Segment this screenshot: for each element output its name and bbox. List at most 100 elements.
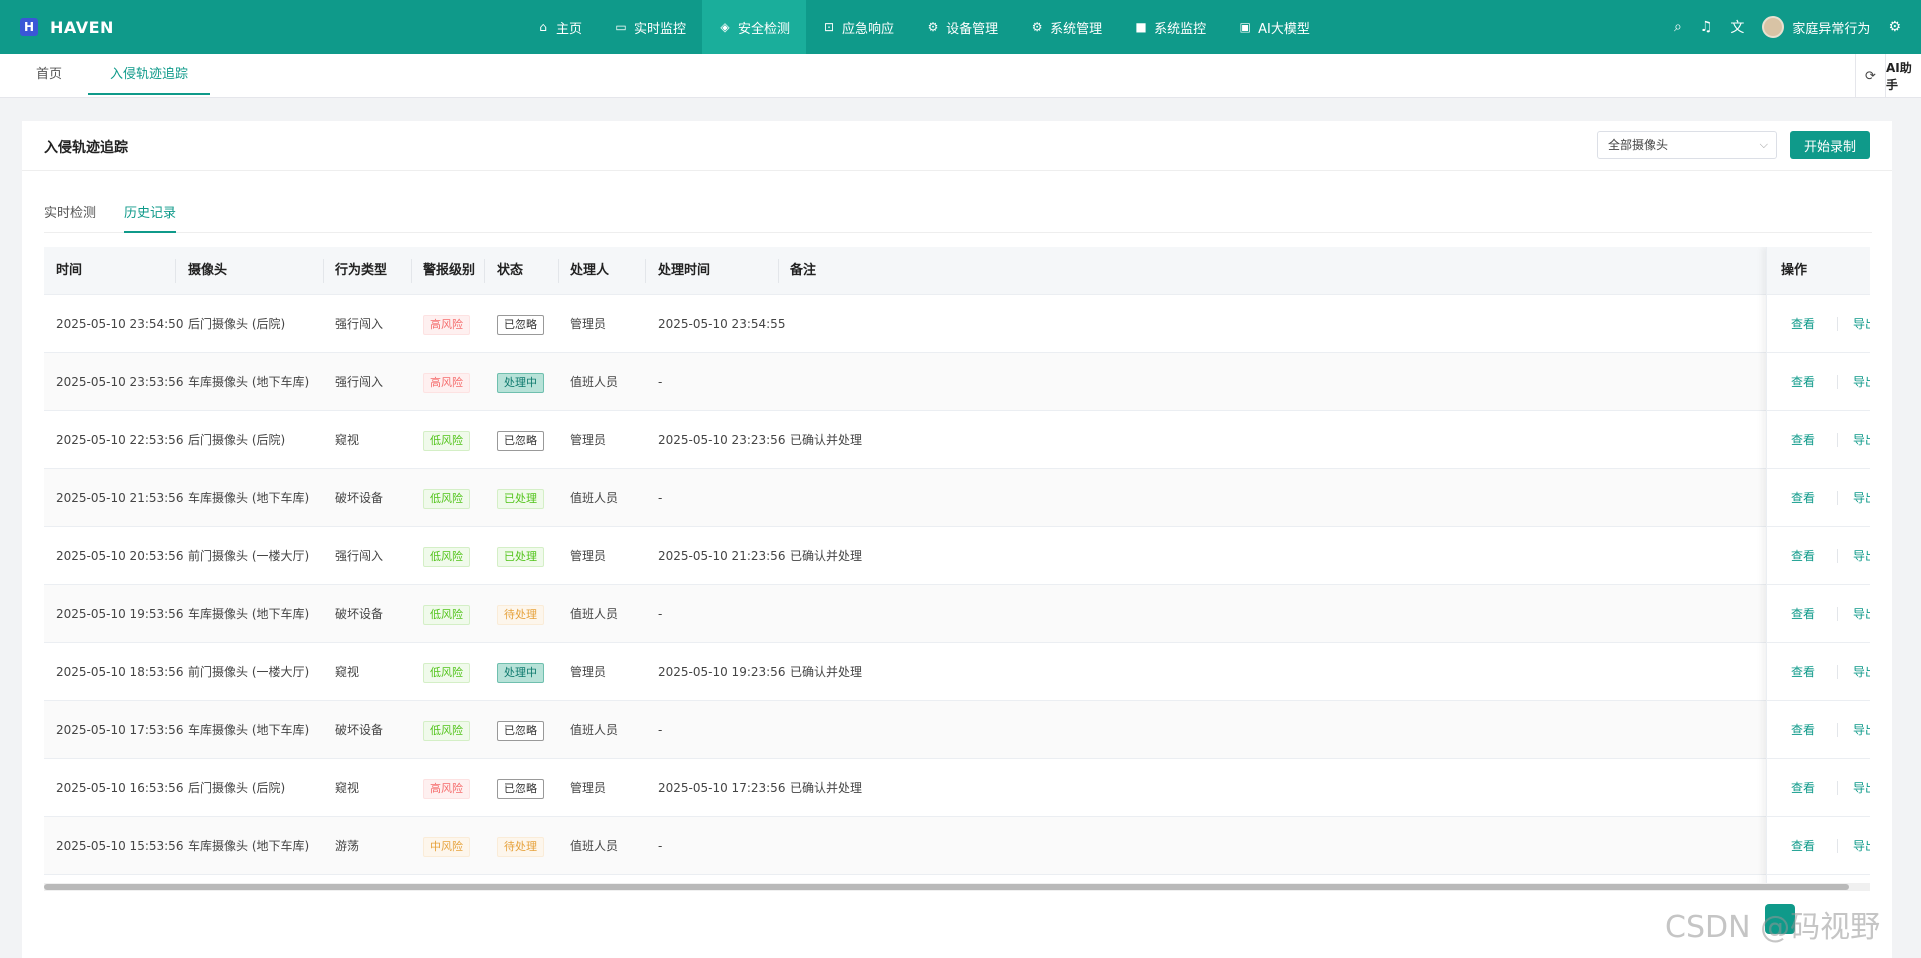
cell-handled-time: 2025-05-10 23:54:55 (658, 317, 786, 331)
cell-level: 低风险 (423, 643, 470, 701)
status-badge: 已处理 (497, 546, 544, 567)
cell-handler: 值班人员 (570, 723, 619, 737)
export-link[interactable]: 导出 (1853, 411, 1870, 469)
ai-assistant-button[interactable]: AI助手 (1885, 54, 1921, 98)
col-camera[interactable]: 摄像头 (188, 247, 227, 295)
export-link[interactable]: 导出 (1853, 295, 1870, 353)
refresh-icon[interactable]: ⟳ (1855, 54, 1885, 98)
nav-item-3[interactable]: ⊡ 应急响应 (806, 0, 910, 54)
table-row[interactable]: 2025-05-10 15:53:56 车库摄像头 (地下车库) 游荡 中风险 待处理 值… (44, 817, 1870, 875)
app-logo[interactable]: H HAVEN (20, 18, 160, 37)
tab-home[interactable]: 首页 (36, 54, 62, 95)
view-link[interactable]: 查看 (1791, 817, 1815, 875)
user-menu[interactable]: 家庭异常行为 (1762, 16, 1870, 38)
ops-cell: 查看导出 (1767, 353, 1870, 411)
camera-select[interactable]: 全部摄像头 ⌵ (1597, 131, 1777, 159)
history-table: 时间 摄像头 行为类型 警报级别 状态 处理人 处理时间 备注 2025-05-… (44, 247, 1870, 887)
table-row[interactable]: 2025-05-10 21:53:56 车库摄像头 (地下车库) 破坏设备 低风险 已处… (44, 469, 1870, 527)
col-handled-time[interactable]: 处理时间 (658, 247, 710, 295)
level-badge: 低风险 (423, 662, 470, 683)
video-icon: ▭ (615, 20, 627, 34)
export-link[interactable]: 导出 (1853, 585, 1870, 643)
horizontal-scrollbar[interactable] (44, 883, 1870, 891)
nav-item-7[interactable]: ▣ AI大模型 (1222, 0, 1326, 54)
start-recording-button[interactable]: 开始录制 (1790, 131, 1870, 159)
scrollbar-thumb[interactable] (44, 884, 1849, 890)
view-link[interactable]: 查看 (1791, 469, 1815, 527)
cell-status: 待处理 (497, 585, 544, 643)
nav-item-6[interactable]: ■ 系统监控 (1118, 0, 1222, 54)
view-link[interactable]: 查看 (1791, 527, 1815, 585)
cell-behavior: 破坏设备 (335, 723, 384, 737)
table-row[interactable]: 2025-05-10 19:53:56 车库摄像头 (地下车库) 破坏设备 低风险 待处… (44, 585, 1870, 643)
cell-status: 已忽略 (497, 295, 544, 353)
table-row[interactable]: 2025-05-10 22:53:56 后门摄像头 (后院) 窥视 低风险 已忽略 管理员… (44, 411, 1870, 469)
nav-item-1[interactable]: ▭ 实时监控 (598, 0, 702, 54)
settings-icon[interactable]: ⚙ (1888, 19, 1901, 35)
view-link[interactable]: 查看 (1791, 643, 1815, 701)
status-badge: 已忽略 (497, 778, 544, 799)
export-link[interactable]: 导出 (1853, 527, 1870, 585)
view-link[interactable]: 查看 (1791, 295, 1815, 353)
table-row[interactable]: 2025-05-10 23:54:50 后门摄像头 (后院) 强行闯入 高风险 已忽略 管… (44, 295, 1870, 353)
divider (1837, 549, 1838, 563)
view-link[interactable]: 查看 (1791, 585, 1815, 643)
table-row[interactable]: 2025-05-10 18:53:56 前门摄像头 (一楼大厅) 窥视 低风险 处理中 管… (44, 643, 1870, 701)
divider (1837, 317, 1838, 331)
export-link[interactable]: 导出 (1853, 701, 1870, 759)
tab-intrusion-tracking[interactable]: 入侵轨迹追踪 (88, 54, 211, 95)
cell-camera: 车库摄像头 (地下车库) (188, 839, 310, 853)
col-note[interactable]: 备注 (790, 247, 816, 295)
cell-handled-time: 2025-05-10 21:23:56 (658, 549, 786, 563)
nav-item-2[interactable]: ◈ 安全检测 (702, 0, 807, 54)
status-badge: 处理中 (497, 662, 544, 683)
export-link[interactable]: 导出 (1853, 643, 1870, 701)
col-status[interactable]: 状态 (497, 247, 523, 295)
translate-icon[interactable]: 文 (1730, 17, 1744, 37)
col-handler[interactable]: 处理人 (570, 247, 609, 295)
col-level[interactable]: 警报级别 (423, 247, 475, 295)
ops-cell: 查看导出 (1767, 469, 1870, 527)
bell-icon[interactable]: ♫ (1700, 19, 1713, 35)
cell-time: 2025-05-10 23:54:50 (56, 317, 184, 331)
cell-behavior: 强行闯入 (335, 549, 384, 563)
col-behavior[interactable]: 行为类型 (335, 247, 387, 295)
ops-cell: 查看导出 (1767, 817, 1870, 875)
table-row[interactable]: 2025-05-10 16:53:56 后门摄像头 (后院) 窥视 高风险 已忽略 管理员… (44, 759, 1870, 817)
view-link[interactable]: 查看 (1791, 353, 1815, 411)
shield-check-icon: ◈ (720, 20, 730, 34)
export-link[interactable]: 导出 (1853, 759, 1870, 817)
export-link[interactable]: 导出 (1853, 469, 1870, 527)
nav-item-5[interactable]: ⚙ 系统管理 (1014, 0, 1118, 54)
nav-item-4[interactable]: ⚙ 设备管理 (910, 0, 1014, 54)
cell-status: 待处理 (497, 817, 544, 875)
table-row[interactable]: 2025-05-10 23:53:56 车库摄像头 (地下车库) 强行闯入 高风险 处理… (44, 353, 1870, 411)
cell-behavior: 强行闯入 (335, 317, 384, 331)
cell-time: 2025-05-10 17:53:56 (56, 723, 184, 737)
view-link[interactable]: 查看 (1791, 759, 1815, 817)
ops-cell: 查看导出 (1767, 527, 1870, 585)
level-badge: 高风险 (423, 372, 470, 393)
tab-history[interactable]: 历史记录 (124, 201, 177, 233)
view-link[interactable]: 查看 (1791, 701, 1815, 759)
view-link[interactable]: 查看 (1791, 411, 1815, 469)
cell-time: 2025-05-10 16:53:56 (56, 781, 184, 795)
ai-icon: ▣ (1239, 20, 1251, 34)
divider (1837, 781, 1838, 795)
divider (1837, 607, 1838, 621)
status-badge: 待处理 (497, 836, 544, 857)
card-header: 入侵轨迹追踪 全部摄像头 ⌵ 开始录制 (22, 121, 1892, 171)
cell-status: 处理中 (497, 643, 544, 701)
export-link[interactable]: 导出 (1853, 353, 1870, 411)
tab-realtime-detection[interactable]: 实时检测 (44, 201, 96, 233)
search-icon[interactable]: ⌕ (1674, 19, 1682, 35)
table-row[interactable]: 2025-05-10 20:53:56 前门摄像头 (一楼大厅) 强行闯入 低风险 已处… (44, 527, 1870, 585)
table-row[interactable]: 2025-05-10 17:53:56 车库摄像头 (地下车库) 破坏设备 低风险 已忽… (44, 701, 1870, 759)
cell-level: 中风险 (423, 817, 470, 875)
export-link[interactable]: 导出 (1853, 817, 1870, 875)
cell-status: 已处理 (497, 527, 544, 585)
top-navbar: H HAVEN ⌂ 主页 ▭ 实时监控 ◈ 安全检测 ⊡ 应急响应 ⚙ 设备管理 ⚙ 系统管理 ■ 系统监… (0, 0, 1921, 54)
cell-status: 已忽略 (497, 759, 544, 817)
col-time[interactable]: 时间 (56, 247, 82, 295)
nav-item-0[interactable]: ⌂ 主页 (520, 0, 598, 54)
